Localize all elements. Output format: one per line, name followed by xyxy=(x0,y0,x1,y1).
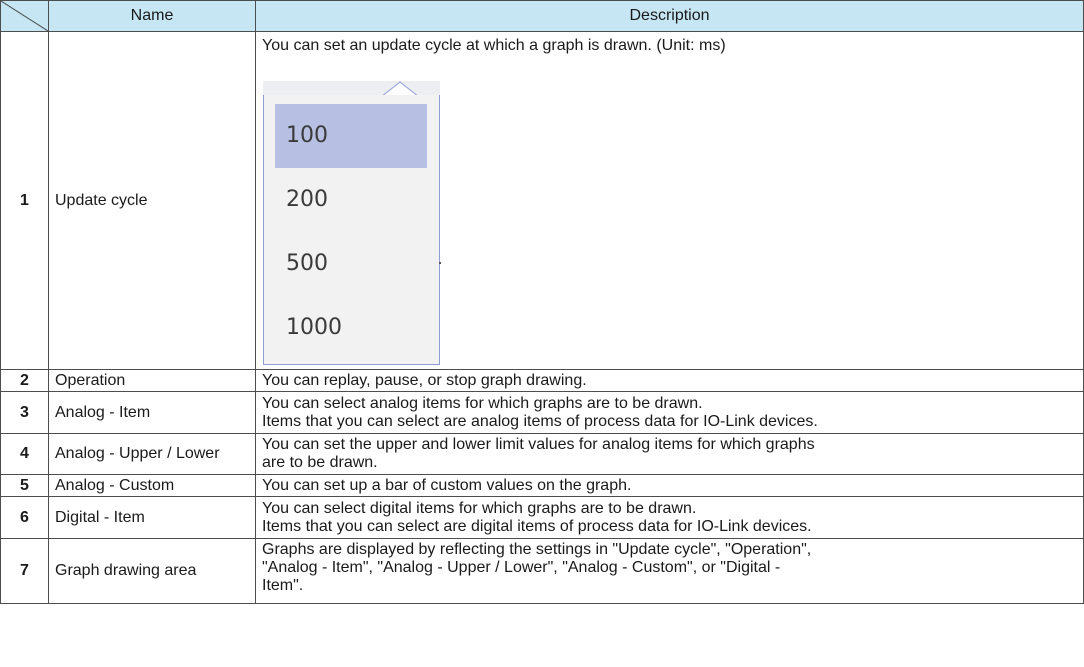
row-number: 2 xyxy=(0,369,49,392)
row-number: 7 xyxy=(0,538,49,604)
row-name: Analog - Item xyxy=(48,391,256,434)
row-name: Digital - Item xyxy=(48,496,256,539)
row-name: Operation xyxy=(48,369,256,392)
corner-diagonal-cell xyxy=(0,0,49,32)
table-row: 3 Analog - Item You can select analog it… xyxy=(0,391,1084,434)
table-row: 1 Update cycle You can set an update cyc… xyxy=(0,31,1084,370)
spec-table: Name Description 1 Update cycle You can … xyxy=(0,0,1084,604)
description-line: You can set up a bar of custom values on… xyxy=(262,476,632,494)
description-line: You can set an update cycle at which a g… xyxy=(262,37,726,54)
dropdown-edge-mark xyxy=(439,262,441,264)
description-line: Items that you can select are analog ite… xyxy=(262,412,818,430)
table-row: 4 Analog - Upper / Lower You can set the… xyxy=(0,433,1084,475)
row-number: 4 xyxy=(0,433,49,475)
description-line: You can set the upper and lower limit va… xyxy=(262,436,815,453)
description-line: "Analog - Item", "Analog - Upper / Lower… xyxy=(262,559,781,576)
update-cycle-dropdown[interactable]: 100 200 500 1000 xyxy=(263,81,441,366)
description-line: You can select digital items for which g… xyxy=(262,499,697,517)
row-description: Graphs are displayed by reflecting the s… xyxy=(255,538,1084,604)
row-description: You can replay, pause, or stop graph dra… xyxy=(255,369,1084,392)
description-line: Items that you can select are digital it… xyxy=(262,517,812,535)
row-description: You can select analog items for which gr… xyxy=(255,391,1084,434)
description-line: are to be drawn. xyxy=(262,454,378,471)
row-number: 1 xyxy=(0,31,49,370)
dropdown-option-200[interactable]: 200 xyxy=(275,168,427,232)
row-description: You can set up a bar of custom values on… xyxy=(255,474,1084,497)
description-column-header: Description xyxy=(255,0,1084,32)
dropdown-option-500[interactable]: 500 xyxy=(275,232,427,296)
description-line: Graphs are displayed by reflecting the s… xyxy=(262,541,812,558)
table-row: 6 Digital - Item You can select digital … xyxy=(0,496,1084,539)
row-name: Graph drawing area xyxy=(48,538,256,604)
dropdown-option-100[interactable]: 100 xyxy=(275,104,427,168)
row-description: You can select digital items for which g… xyxy=(255,496,1084,539)
table-row: 7 Graph drawing area Graphs are displaye… xyxy=(0,538,1084,604)
dropdown-list: 100 200 500 1000 xyxy=(263,95,440,365)
dropdown-option-1000[interactable]: 1000 xyxy=(275,296,427,360)
row-name: Update cycle xyxy=(48,31,256,370)
row-number: 3 xyxy=(0,391,49,434)
row-description: You can set the upper and lower limit va… xyxy=(255,433,1084,475)
description-line: You can replay, pause, or stop graph dra… xyxy=(262,371,587,389)
diagonal-line-icon xyxy=(1,1,48,31)
row-number: 5 xyxy=(0,474,49,497)
table-row: 5 Analog - Custom You can set up a bar o… xyxy=(0,474,1084,497)
description-line: Item". xyxy=(262,577,304,594)
table-row: 2 Operation You can replay, pause, or st… xyxy=(0,369,1084,392)
description-line: You can select analog items for which gr… xyxy=(262,394,703,412)
row-number: 6 xyxy=(0,496,49,539)
row-description: You can set an update cycle at which a g… xyxy=(255,31,1084,370)
row-name: Analog - Upper / Lower xyxy=(48,433,256,475)
row-name: Analog - Custom xyxy=(48,474,256,497)
name-column-header: Name xyxy=(48,0,256,32)
header-row: Name Description xyxy=(0,0,1084,32)
